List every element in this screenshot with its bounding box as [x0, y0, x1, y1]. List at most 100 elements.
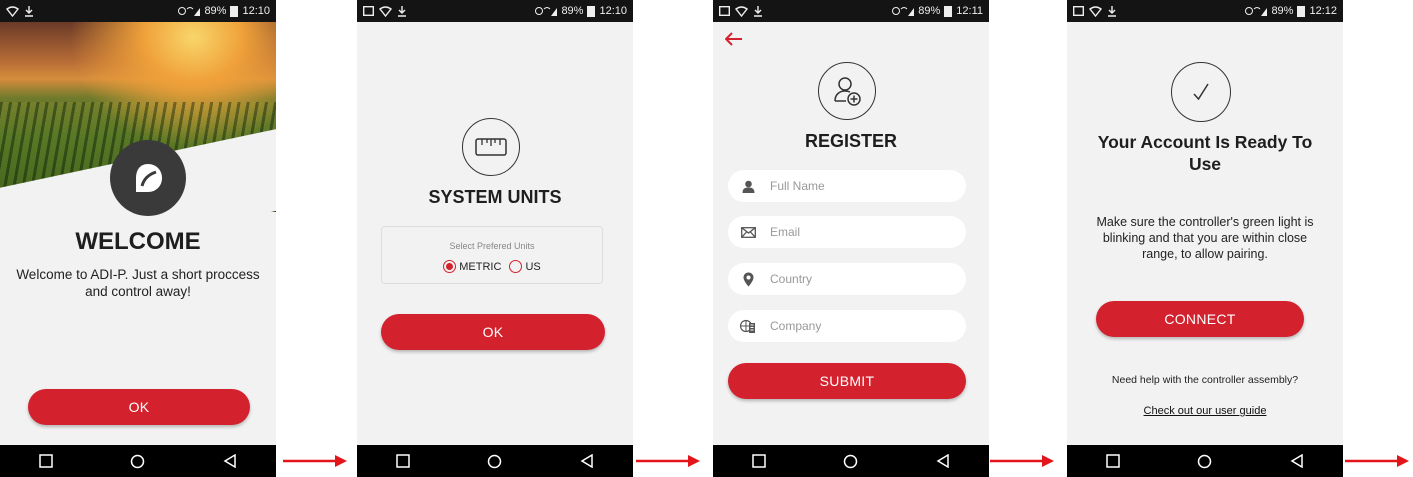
radio-unselected-icon: [509, 260, 523, 273]
nav-circle-icon[interactable]: [843, 454, 858, 469]
wifi-icon: [1089, 5, 1102, 17]
company-field[interactable]: [728, 310, 966, 342]
android-nav-bar: [713, 445, 989, 477]
radio-metric[interactable]: METRIC: [443, 260, 501, 273]
signal-icon: [178, 7, 201, 16]
register-screen: 89% 12:11 REGISTER SUBMIT: [713, 0, 989, 477]
message-line-3: range, to allow pairing.: [1142, 247, 1268, 261]
download-icon: [1108, 5, 1116, 17]
add-user-icon-circle: [818, 62, 876, 120]
download-icon: [754, 5, 762, 17]
units-selector: Select Prefered Units METRIC US: [381, 226, 603, 284]
company-input[interactable]: [770, 319, 940, 333]
android-nav-bar: [0, 445, 276, 477]
radio-us-label: US: [525, 260, 541, 273]
building-icon: [740, 319, 755, 333]
connect-button[interactable]: CONNECT: [1096, 301, 1304, 337]
radio-us[interactable]: US: [509, 260, 541, 273]
nav-circle-icon[interactable]: [1197, 454, 1212, 469]
battery-icon: [1297, 5, 1306, 17]
welcome-description: Welcome to ADI-P. Just a short proccess …: [16, 267, 260, 299]
units-select-label: Select Prefered Units: [449, 241, 535, 251]
full-name-input[interactable]: [770, 179, 940, 193]
account-ready-screen: 89% 12:12 Your Account Is Ready To Use M…: [1067, 0, 1343, 477]
country-field[interactable]: [728, 263, 966, 295]
leaf-logo-icon: [136, 164, 162, 192]
radio-metric-label: METRIC: [459, 260, 502, 273]
flow-arrow-icon: [283, 455, 347, 467]
android-nav-bar: [1067, 445, 1343, 477]
full-name-field[interactable]: [728, 170, 966, 202]
page-title: SYSTEM UNITS: [428, 187, 562, 207]
submit-button[interactable]: SUBMIT: [728, 363, 966, 399]
wifi-icon: [735, 5, 748, 17]
page-title: Your Account Is Ready To Use: [1067, 131, 1343, 175]
status-bar: 89% 12:11: [713, 0, 989, 22]
title-line-1: Your Account Is Ready To: [1097, 132, 1313, 152]
message-line-2: blinking and that you are within close: [1102, 231, 1308, 245]
page-title: REGISTER: [804, 131, 897, 151]
status-bar: 89% 12:12: [1067, 0, 1343, 22]
add-user-icon: [834, 77, 861, 106]
system-units-screen: 89% 12:10 SYSTEM UNITS Select Prefered U…: [357, 0, 633, 477]
location-pin-icon: [743, 272, 753, 286]
status-time: 12:10: [242, 5, 270, 17]
flow-arrow-icon: [636, 455, 700, 467]
app-logo: [110, 140, 186, 216]
nav-square-icon[interactable]: [39, 454, 53, 468]
download-icon: [25, 5, 33, 17]
status-bar: 89% 12:10: [0, 0, 276, 22]
flow-arrow-icon: [990, 455, 1054, 467]
ok-button[interactable]: OK: [381, 314, 605, 350]
user-icon: [742, 180, 754, 193]
download-icon: [398, 5, 406, 17]
ruler-icon: [475, 138, 507, 156]
ok-button[interactable]: OK: [28, 389, 250, 425]
signal-icon: [892, 7, 915, 16]
battery-icon: [230, 5, 239, 17]
email-input[interactable]: [770, 225, 940, 239]
ruler-icon-circle: [462, 118, 520, 176]
status-time: 12:12: [1309, 5, 1337, 17]
email-field[interactable]: [728, 216, 966, 248]
status-time: 12:11: [956, 5, 983, 17]
battery-percent: 89%: [1271, 5, 1294, 17]
screenshot-icon: [1073, 6, 1084, 16]
country-input[interactable]: [770, 272, 940, 286]
title-line-2: Use: [1188, 154, 1222, 174]
nav-square-icon[interactable]: [752, 454, 766, 468]
flow-arrow-icon: [1345, 455, 1409, 467]
battery-percent: 89%: [204, 5, 227, 17]
screenshot-icon: [363, 6, 374, 16]
help-text: Need help with the controller assembly?: [1111, 374, 1299, 386]
nav-circle-icon[interactable]: [487, 454, 502, 469]
status-time: 12:10: [599, 5, 627, 17]
battery-icon: [944, 5, 953, 17]
wifi-icon: [6, 5, 19, 17]
nav-circle-icon[interactable]: [130, 454, 145, 469]
user-guide-link[interactable]: Check out our user guide: [1067, 405, 1343, 417]
checkmark-icon-circle: [1171, 62, 1231, 122]
nav-back-icon[interactable]: [223, 454, 237, 468]
signal-icon: [1245, 7, 1268, 16]
battery-percent: 89%: [561, 5, 584, 17]
nav-square-icon[interactable]: [396, 454, 410, 468]
mail-icon: [740, 226, 756, 238]
android-nav-bar: [357, 445, 633, 477]
back-arrow-icon[interactable]: [725, 32, 743, 46]
page-title: WELCOME: [75, 228, 201, 255]
radio-selected-icon: [443, 260, 457, 273]
nav-square-icon[interactable]: [1106, 454, 1120, 468]
pairing-instructions: Make sure the controller's green light i…: [1067, 214, 1343, 262]
welcome-screen: 89% 12:10 WELCOME Welcome to ADI-P. Just…: [0, 0, 276, 477]
checkmark-icon: [1193, 83, 1209, 101]
battery-icon: [587, 5, 596, 17]
message-line-1: Make sure the controller's green light i…: [1096, 215, 1314, 229]
battery-percent: 89%: [918, 5, 941, 17]
screenshot-icon: [719, 6, 730, 16]
nav-back-icon[interactable]: [580, 454, 594, 468]
wifi-icon: [379, 5, 392, 17]
nav-back-icon[interactable]: [936, 454, 950, 468]
nav-back-icon[interactable]: [1290, 454, 1304, 468]
signal-icon: [535, 7, 558, 16]
